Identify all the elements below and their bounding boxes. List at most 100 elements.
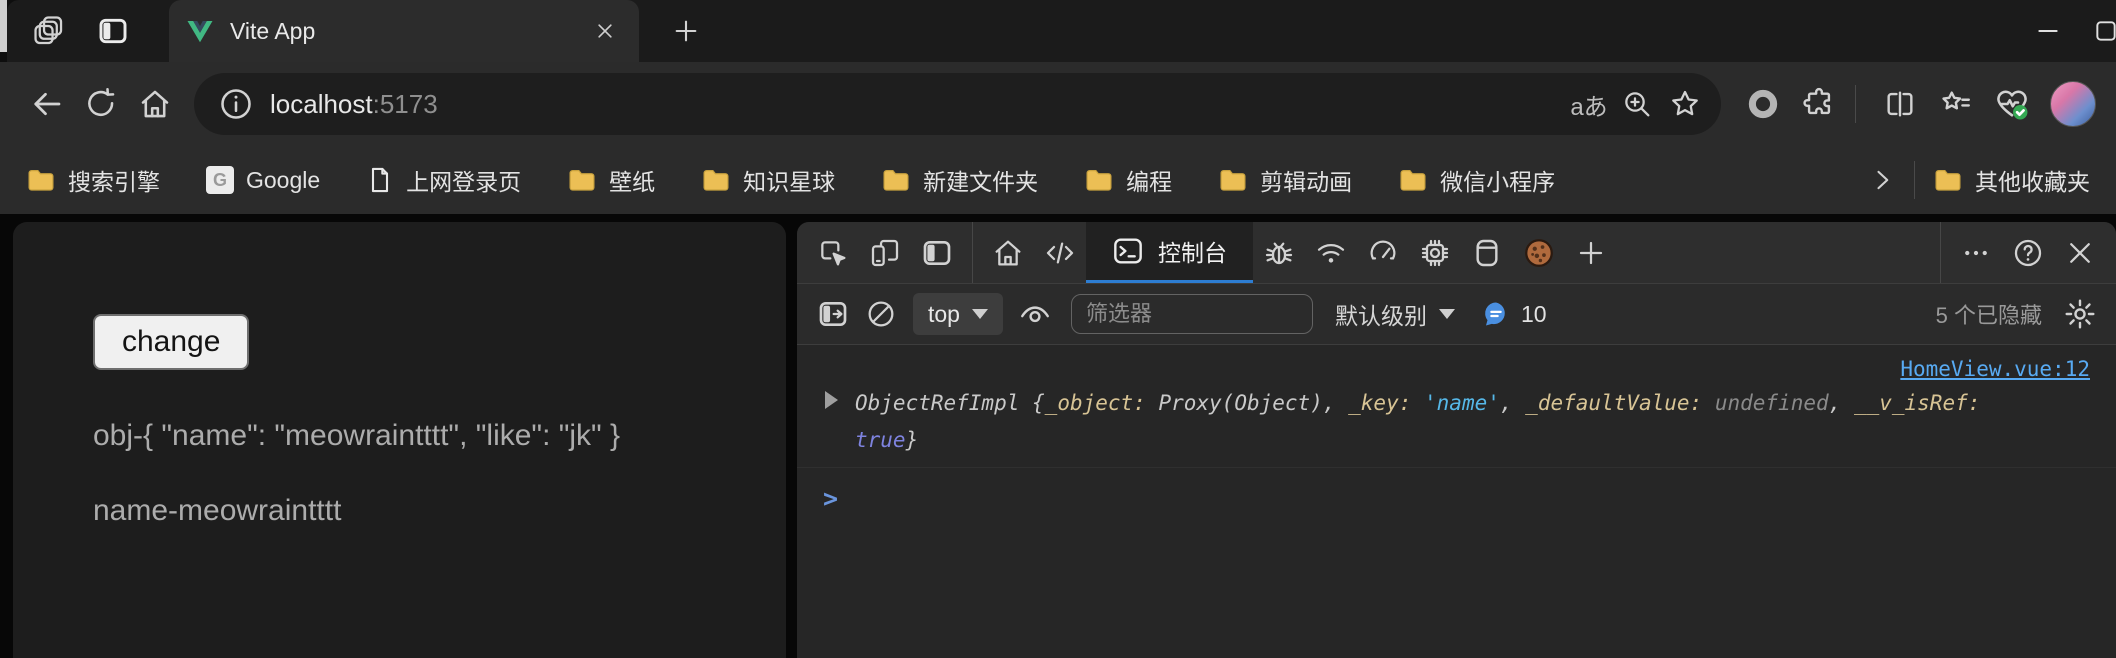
close-icon[interactable]	[587, 13, 623, 49]
bookmark-label: Google	[246, 167, 320, 194]
minimize-icon[interactable]	[2016, 0, 2080, 62]
console-message[interactable]: HomeView.vue:12 ObjectRefImpl {_object: …	[797, 345, 2116, 468]
network-wifi-icon[interactable]	[1305, 222, 1357, 283]
folder-icon	[881, 165, 911, 195]
bookmark-item[interactable]: 编程	[1084, 163, 1172, 197]
bookmark-item[interactable]: 微信小程序	[1398, 163, 1555, 197]
issues-bug-icon[interactable]	[1253, 222, 1305, 283]
google-favicon: G	[206, 166, 234, 194]
translate-icon[interactable]: aあ	[1565, 80, 1613, 128]
log-levels-label: 默认级别	[1335, 297, 1427, 331]
expand-triangle-icon[interactable]	[825, 391, 838, 409]
help-icon[interactable]	[2002, 222, 2054, 283]
change-button[interactable]: change	[93, 314, 249, 370]
name-output-text: name-meowraintttt	[93, 494, 786, 528]
url-text[interactable]: localhost:5173	[270, 89, 438, 120]
tab-actions-icon[interactable]	[91, 9, 135, 53]
chevron-down-icon	[972, 309, 988, 319]
window-controls	[2016, 0, 2116, 62]
folder-icon	[701, 165, 731, 195]
issues-bubble-icon	[1481, 299, 1511, 329]
tab-console[interactable]: 控制台	[1086, 222, 1253, 283]
back-icon[interactable]	[20, 77, 74, 131]
folder-icon	[567, 165, 597, 195]
other-favorites-folder[interactable]: 其他收藏夹	[1933, 163, 2090, 197]
device-emulation-icon[interactable]	[859, 222, 911, 283]
tab-title: Vite App	[230, 18, 587, 45]
bookmark-item[interactable]: 壁纸	[567, 163, 655, 197]
maximize-icon[interactable]	[2080, 0, 2116, 62]
dock-layout-icon[interactable]	[911, 222, 963, 283]
memory-chip-icon[interactable]	[1409, 222, 1461, 283]
bookmark-item[interactable]: 上网登录页	[366, 163, 521, 197]
source-link[interactable]: HomeView.vue:12	[1900, 357, 2090, 381]
bookmark-label: 知识星球	[743, 163, 835, 197]
console-prompt-row[interactable]: >	[797, 468, 2116, 513]
add-tools-icon[interactable]	[1565, 222, 1617, 283]
settings-gear-icon[interactable]	[2056, 290, 2104, 338]
devtools-divider	[972, 222, 973, 283]
console-panel-icon	[1112, 235, 1144, 267]
bookmark-item[interactable]: 知识星球	[701, 163, 835, 197]
folder-icon	[1398, 165, 1428, 195]
zoom-in-icon[interactable]	[1613, 80, 1661, 128]
address-bar[interactable]: localhost:5173 aあ	[194, 73, 1721, 135]
bookmark-label: 壁纸	[609, 163, 655, 197]
info-icon[interactable]	[218, 86, 254, 122]
bookmark-label: 新建文件夹	[923, 163, 1038, 197]
close-icon[interactable]	[2054, 222, 2106, 283]
browser-essentials-icon[interactable]	[1988, 80, 2036, 128]
favorite-star-icon[interactable]	[1661, 80, 1709, 128]
devtools-tabbar: 控制台	[797, 222, 2116, 283]
log-levels-dropdown[interactable]: 默认级别	[1335, 297, 1455, 331]
url-port: :5173	[373, 89, 438, 119]
content-region: change obj-{ "name": "meowraintttt", "li…	[0, 214, 2116, 658]
new-tab-icon[interactable]	[663, 8, 709, 54]
web-page: change obj-{ "name": "meowraintttt", "li…	[13, 222, 786, 658]
issues-count: 10	[1521, 301, 1547, 328]
toolbar-divider	[1855, 85, 1856, 123]
cookies-icon[interactable]	[1513, 222, 1565, 283]
bookmark-label: 微信小程序	[1440, 163, 1555, 197]
page-icon	[366, 166, 394, 194]
bookmark-item[interactable]: 搜索引擎	[26, 163, 160, 197]
live-expression-eye-icon[interactable]	[1011, 290, 1059, 338]
inspect-icon[interactable]	[807, 222, 859, 283]
extension-dot-icon[interactable]	[1739, 80, 1787, 128]
collections-icon[interactable]	[1932, 80, 1980, 128]
console-message-text: ObjectRefImpl {_object: Proxy(Object), _…	[855, 385, 2025, 459]
bookmarks-overflow-chevron-icon[interactable]	[1868, 166, 1896, 194]
performance-gauge-icon[interactable]	[1357, 222, 1409, 283]
context-selector[interactable]: top	[913, 293, 1003, 335]
bookmarks-divider	[1914, 161, 1915, 199]
console-tab-label: 控制台	[1158, 234, 1227, 268]
clear-console-icon[interactable]	[857, 290, 905, 338]
bookmark-item[interactable]: G Google	[206, 166, 320, 194]
devtools-divider	[1940, 222, 1941, 283]
extensions-puzzle-icon[interactable]	[1795, 80, 1843, 128]
home-icon[interactable]	[128, 77, 182, 131]
bookmark-label: 剪辑动画	[1260, 163, 1352, 197]
bookmark-item[interactable]: 剪辑动画	[1218, 163, 1352, 197]
vue-logo-icon	[185, 16, 215, 46]
folder-icon	[1933, 165, 1963, 195]
bookmark-item[interactable]: 新建文件夹	[881, 163, 1038, 197]
avatar[interactable]	[2050, 81, 2096, 127]
refresh-icon[interactable]	[74, 77, 128, 131]
workspaces-icon[interactable]	[27, 9, 71, 53]
hidden-messages-count: 5 个已隐藏	[1936, 298, 2042, 330]
elements-code-icon[interactable]	[1034, 222, 1086, 283]
issues-counter[interactable]: 10	[1481, 299, 1547, 329]
welcome-home-icon[interactable]	[982, 222, 1034, 283]
split-screen-icon[interactable]	[1876, 80, 1924, 128]
folder-icon	[26, 165, 56, 195]
filter-input[interactable]	[1071, 294, 1313, 334]
chevron-down-icon	[1439, 309, 1455, 319]
obj-output-text: obj-{ "name": "meowraintttt", "like": "j…	[93, 406, 713, 466]
browser-toolbar: localhost:5173 aあ	[0, 62, 2116, 146]
application-box-icon[interactable]	[1461, 222, 1513, 283]
more-options-icon[interactable]	[1950, 222, 2002, 283]
folder-icon	[1084, 165, 1114, 195]
browser-tab[interactable]: Vite App	[169, 0, 639, 62]
console-sidebar-icon[interactable]	[809, 290, 857, 338]
